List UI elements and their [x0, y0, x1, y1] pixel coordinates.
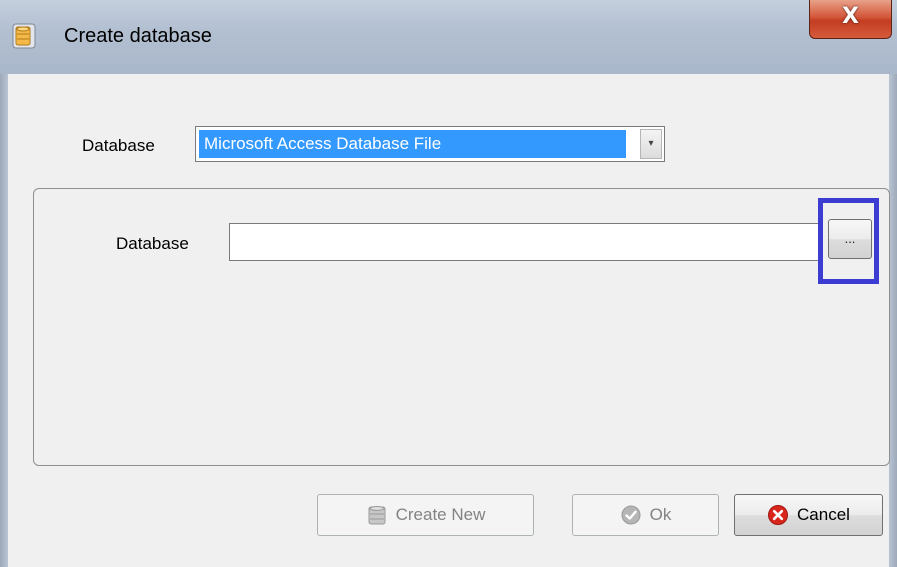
provider-label: Database: [82, 136, 155, 155]
cancel-button[interactable]: Cancel: [734, 494, 883, 536]
cancel-label: Cancel: [797, 505, 850, 524]
provider-select[interactable]: Microsoft Access Database File ▾: [195, 126, 665, 162]
chevron-down-icon[interactable]: ▾: [640, 129, 662, 159]
ok-button[interactable]: Ok: [572, 494, 719, 536]
title-bar: Create database X: [0, 0, 897, 74]
create-new-button[interactable]: Create New: [317, 494, 534, 536]
database-icon: [368, 506, 386, 525]
database-icon: [12, 22, 38, 50]
window-title: Create database: [64, 25, 212, 47]
close-icon: X: [842, 4, 859, 29]
database-file-input[interactable]: [229, 223, 819, 261]
provider-selected-value: Microsoft Access Database File: [199, 130, 626, 158]
ok-label: Ok: [649, 505, 672, 524]
create-new-label: Create New: [395, 505, 486, 524]
check-circle-icon: [621, 505, 641, 525]
browse-button[interactable]: ...: [828, 219, 872, 259]
window-frame-right: [889, 74, 897, 567]
close-circle-icon: [768, 505, 789, 525]
dialog-body: Database Microsoft Access Database File …: [8, 74, 890, 567]
window-frame-left: [0, 74, 8, 567]
close-button[interactable]: X: [809, 0, 892, 39]
database-file-label: Database: [116, 234, 189, 253]
